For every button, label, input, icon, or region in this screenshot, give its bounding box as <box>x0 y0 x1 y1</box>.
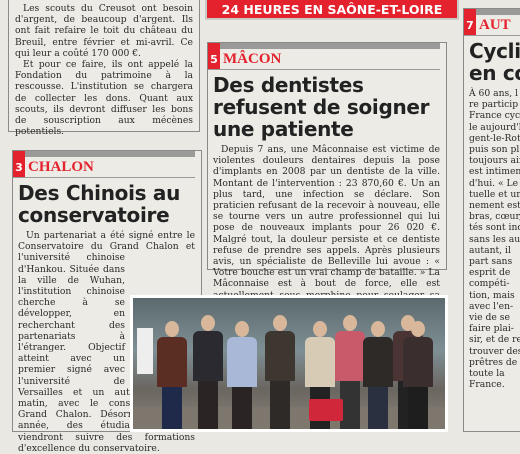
torso <box>305 337 335 387</box>
text-line: bras, cœur, <box>469 211 520 223</box>
text-line: France cycl <box>469 110 520 122</box>
head <box>235 321 249 337</box>
legs <box>232 387 252 429</box>
article-number: 5 <box>208 43 220 69</box>
text-line: À 60 ans, l <box>469 88 519 99</box>
person <box>191 311 225 429</box>
poster <box>137 328 153 374</box>
title-line: Cyclis <box>469 39 520 63</box>
section-banner: 24 HEURES EN SAÔNE-ET-LOIRE <box>205 0 459 20</box>
head <box>201 315 215 331</box>
legs <box>270 381 290 429</box>
article-autun: 7 AUT Cyclisen cor À 60 ans, lre partici… <box>463 8 520 432</box>
text-line: est intimen <box>469 166 520 178</box>
text-line: d'hui. « Le <box>469 177 519 189</box>
torso <box>403 337 433 387</box>
article-number: 3 <box>13 151 25 177</box>
article-title: Des dentistes refusent de soigner une pa… <box>213 73 430 141</box>
text-line: tuelle et une <box>469 188 520 200</box>
group-photo <box>133 298 445 429</box>
text-line: toujours ain <box>469 155 520 167</box>
article-number: 7 <box>464 9 476 35</box>
text-line: sir, et de re- <box>469 334 520 346</box>
text-line: prêtres de <box>469 356 518 368</box>
torso <box>193 331 223 381</box>
person <box>225 311 259 429</box>
red-handbag <box>309 399 343 421</box>
text-line: faire plai- <box>469 323 514 335</box>
torso <box>157 337 187 387</box>
text-line: esprit de <box>469 267 511 279</box>
text-line: le aujourd'l <box>469 121 520 133</box>
text-line: toute la <box>469 368 505 380</box>
head <box>371 321 385 337</box>
paragraph: Et pour ce faire, ils ont appelé la Fond… <box>15 59 193 138</box>
article-title: Des Chinois au conservatoire <box>18 181 181 227</box>
section-kicker: 7 AUT <box>464 9 520 36</box>
article-scouts: Les scouts du Creusot ont besoin d'argen… <box>8 0 200 137</box>
torso <box>265 331 295 381</box>
person <box>155 311 189 429</box>
text-line: compéti- <box>469 278 510 290</box>
head <box>165 321 179 337</box>
text-line: nement est <box>469 200 520 212</box>
head <box>343 315 357 331</box>
text-line: avec l'en- <box>469 300 514 312</box>
legs <box>408 387 428 429</box>
person <box>263 311 297 429</box>
legs <box>340 381 360 429</box>
person <box>401 311 435 429</box>
person <box>361 311 395 429</box>
article-macon: 5 MÂCON Des dentistes refusent de soigne… <box>207 42 447 312</box>
head <box>313 321 327 337</box>
article-photo <box>130 295 448 432</box>
article-body: Les scouts du Creusot ont besoin d'argen… <box>15 3 193 137</box>
text-line: trouver des <box>469 345 520 357</box>
head <box>411 321 425 337</box>
text-line: France. <box>469 379 505 391</box>
text-line: puis son pl <box>469 144 520 156</box>
legs <box>162 387 182 429</box>
text-line: tés sont inc <box>469 222 520 234</box>
article-body: À 60 ans, l re particip France cycl le aujo… <box>469 88 520 390</box>
text-line: vie de se <box>469 312 510 324</box>
article-body: Depuis 7 ans, une Mâconnaise est victime… <box>213 144 440 312</box>
article-title: Cyclisen cor <box>469 40 520 84</box>
city-label: MÂCON <box>223 50 282 67</box>
title-line: en cor <box>469 61 520 85</box>
torso <box>363 337 393 387</box>
section-kicker: 3 CHALON <box>13 151 195 178</box>
section-kicker: 5 MÂCON <box>208 43 440 70</box>
text-line: tion, mais <box>469 289 515 301</box>
head <box>273 315 287 331</box>
torso <box>227 337 257 387</box>
city-label: AUT <box>479 16 511 33</box>
paragraph: Depuis 7 ans, une Mâconnaise est victime… <box>213 144 440 312</box>
legs <box>198 381 218 429</box>
text-line: autant, il <box>469 244 511 256</box>
city-label: CHALON <box>28 158 94 175</box>
text-line: part sans <box>469 256 513 268</box>
text-line: sans les au <box>469 233 520 245</box>
legs <box>368 387 388 429</box>
text-line: gent-le-Rot <box>469 132 520 144</box>
paragraph: Les scouts du Creusot ont besoin d'argen… <box>15 3 193 59</box>
text-line: re particip <box>469 99 519 111</box>
